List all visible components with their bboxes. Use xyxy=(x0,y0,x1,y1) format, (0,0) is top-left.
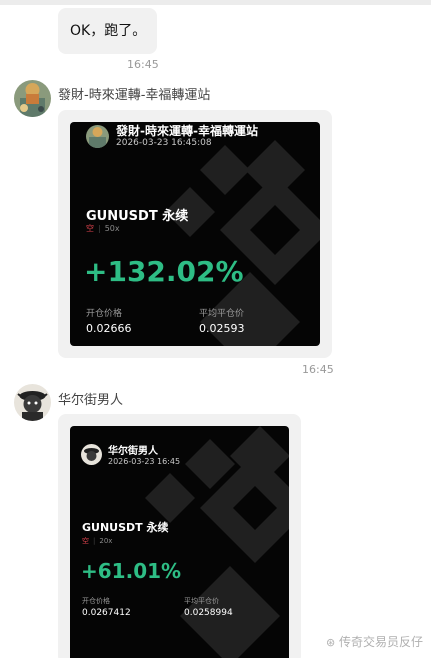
watermark-text: 传奇交易员反仔 xyxy=(338,635,423,649)
card-close-value: 0.0258994 xyxy=(184,608,233,618)
card-position-tags: 空 | 20x xyxy=(82,537,113,545)
card-entry-value: 0.0267412 xyxy=(82,608,131,618)
image-message-bubble[interactable]: 發財-時來運轉-幸福轉運站 2026-03-23 16:45:08 GUNUSD… xyxy=(58,110,332,358)
card-close-label: 平均平仓价 xyxy=(199,309,245,319)
card-symbol: GUNUSDT 永续 xyxy=(86,209,189,224)
card-entry-label: 开仓价格 xyxy=(86,309,123,319)
card-close-value: 0.02593 xyxy=(199,322,245,335)
watermark: ⊛ 传奇交易员反仔 xyxy=(326,633,423,650)
card-pnl: +132.02% xyxy=(84,255,244,288)
card-close-label: 平均平仓价 xyxy=(184,597,219,605)
message-bubble[interactable]: OK，跑了。 xyxy=(58,8,157,54)
card-entry-label: 开仓价格 xyxy=(82,597,110,605)
card-datetime: 2026-03-23 16:45 xyxy=(108,457,181,466)
card-avatar xyxy=(81,444,102,465)
avatar[interactable] xyxy=(14,80,51,117)
card-username: 發財-時來運轉-幸福轉運站 xyxy=(116,124,258,138)
message-time: 16:45 xyxy=(127,58,159,71)
avatar[interactable] xyxy=(14,384,51,421)
sender-name: 發財-時來運轉-幸福轉運站 xyxy=(58,88,211,103)
card-entry-value: 0.02666 xyxy=(86,322,132,335)
top-divider xyxy=(0,0,431,5)
message-time: 16:45 xyxy=(302,363,334,376)
card-username: 华尔街男人 xyxy=(108,446,158,457)
card-side: 空 xyxy=(86,224,94,233)
card-side: 空 xyxy=(82,537,89,545)
pnl-share-card[interactable]: 發財-時來運轉-幸福轉運站 2026-03-23 16:45:08 GUNUSD… xyxy=(70,122,320,346)
message-text: OK，跑了。 xyxy=(70,23,147,39)
card-leverage: 50x xyxy=(104,224,120,233)
card-symbol: GUNUSDT 永续 xyxy=(82,521,169,534)
weibo-icon: ⊛ xyxy=(325,636,336,649)
card-pnl: +61.01% xyxy=(81,559,182,583)
card-position-tags: 空 | 50x xyxy=(86,224,120,233)
card-datetime: 2026-03-23 16:45:08 xyxy=(116,138,212,148)
image-message-bubble[interactable]: 华尔街男人 2026-03-23 16:45 GUNUSDT 永续 空 | 20x … xyxy=(58,414,301,658)
sender-name: 华尔街男人 xyxy=(58,393,124,408)
card-leverage: 20x xyxy=(99,537,113,545)
card-avatar xyxy=(86,125,109,148)
pnl-share-card[interactable]: 华尔街男人 2026-03-23 16:45 GUNUSDT 永续 空 | 20x … xyxy=(70,426,289,658)
